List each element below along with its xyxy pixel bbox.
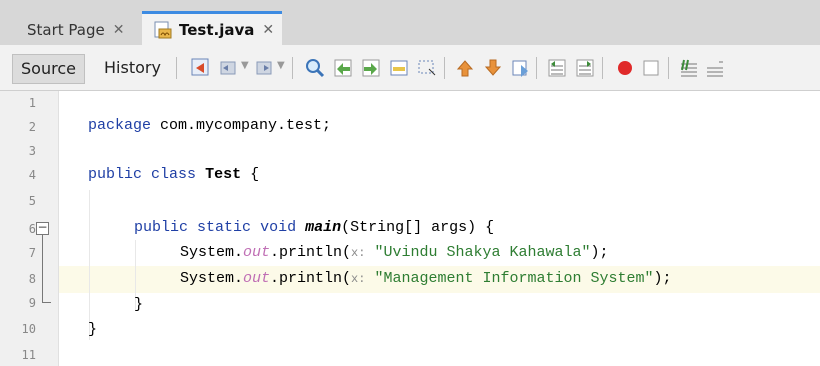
next-bookmark-icon[interactable] [482,57,504,79]
code-line-6: public static void main(String[] args) { [134,219,494,236]
tab-test-java[interactable]: Test.java ✕ [142,11,282,45]
static-field: out [243,244,271,261]
source-button[interactable]: Source [12,54,85,84]
code-text: ); [590,244,609,261]
method-params: (String[] args) { [341,219,495,236]
find-icon[interactable] [304,57,326,79]
uncomment-icon[interactable] [704,57,726,79]
toggle-rect-selection-icon[interactable] [416,57,438,79]
toolbar-separator [444,57,445,79]
previous-bookmark-icon[interactable] [454,57,476,79]
brace: } [134,296,144,313]
class-name: Test [205,166,242,183]
code-text: .println( [270,244,352,261]
indent-guide [89,190,90,340]
toolbar-separator [602,57,603,79]
toolbar-separator [176,57,177,79]
chevron-down-icon[interactable]: ▼ [241,60,249,71]
line-number: 7 [28,246,36,260]
line-number: 10 [21,322,36,336]
code-line-8: System.out.println(x: "Management Inform… [180,270,672,287]
toggle-bookmark-icon[interactable] [510,57,532,79]
shift-right-icon[interactable] [574,57,596,79]
forward-icon[interactable] [254,57,276,79]
back-icon[interactable] [218,57,240,79]
keyword: void [260,219,297,236]
parameter-hint: x: [351,272,366,286]
find-next-icon[interactable] [360,57,382,79]
brace: } [88,321,98,338]
keyword: package [88,117,152,134]
keyword: static [197,219,252,236]
code-text: System. [180,270,244,287]
editor-toolbar: Source History ▼ ▼ [0,45,820,91]
fold-toggle-icon[interactable]: − [36,221,49,235]
code-line-10: } [88,321,97,338]
brace: { [250,166,260,183]
code-line-4: public class Test { [88,166,259,183]
tab-label: Test.java [179,20,255,39]
code-line-2: package com.mycompany.test; [88,117,331,134]
code-line-9: } [134,296,143,313]
editor-tab-bar: Start Page ✕ Test.java ✕ [0,0,820,45]
comment-icon[interactable] [678,57,700,79]
start-macro-recording-icon[interactable] [614,57,636,79]
last-edit-icon[interactable] [190,57,212,79]
string-literal: "Management Information System" [374,270,654,287]
stop-macro-recording-icon[interactable] [640,57,662,79]
keyword: public [88,166,143,183]
close-icon[interactable]: ✕ [113,22,125,38]
toolbar-separator [292,57,293,79]
parameter-hint: x: [351,246,366,260]
fold-guide-line [42,235,43,302]
keyword: public [134,219,189,236]
string-literal: "Uvindu Shakya Kahawala" [374,244,591,261]
chevron-down-icon[interactable]: ▼ [277,60,285,71]
toolbar-separator [668,57,669,79]
code-text: System. [180,244,244,261]
code-text: ); [653,270,672,287]
shift-left-icon[interactable] [546,57,568,79]
code-line-7: System.out.println(x: "Uvindu Shakya Kah… [180,244,609,261]
line-number: 8 [28,272,36,286]
tab-start-page[interactable]: Start Page ✕ [12,14,132,45]
package-name: com.mycompany.test; [160,117,332,134]
java-file-icon [154,21,172,38]
toolbar-separator [536,57,537,79]
line-number: 11 [21,348,36,362]
close-icon[interactable]: ✕ [262,22,274,38]
static-field: out [243,270,271,287]
tab-label: Start Page [27,20,105,39]
line-number: 9 [28,296,36,310]
method-name: main [305,219,342,236]
fold-guide-end [42,302,51,303]
code-text: .println( [270,270,352,287]
toggle-highlight-icon[interactable] [388,57,410,79]
history-button[interactable]: History [104,54,161,82]
keyword: class [151,166,197,183]
find-previous-icon[interactable] [332,57,354,79]
code-editor[interactable]: package com.mycompany.test; public class… [0,0,672,338]
